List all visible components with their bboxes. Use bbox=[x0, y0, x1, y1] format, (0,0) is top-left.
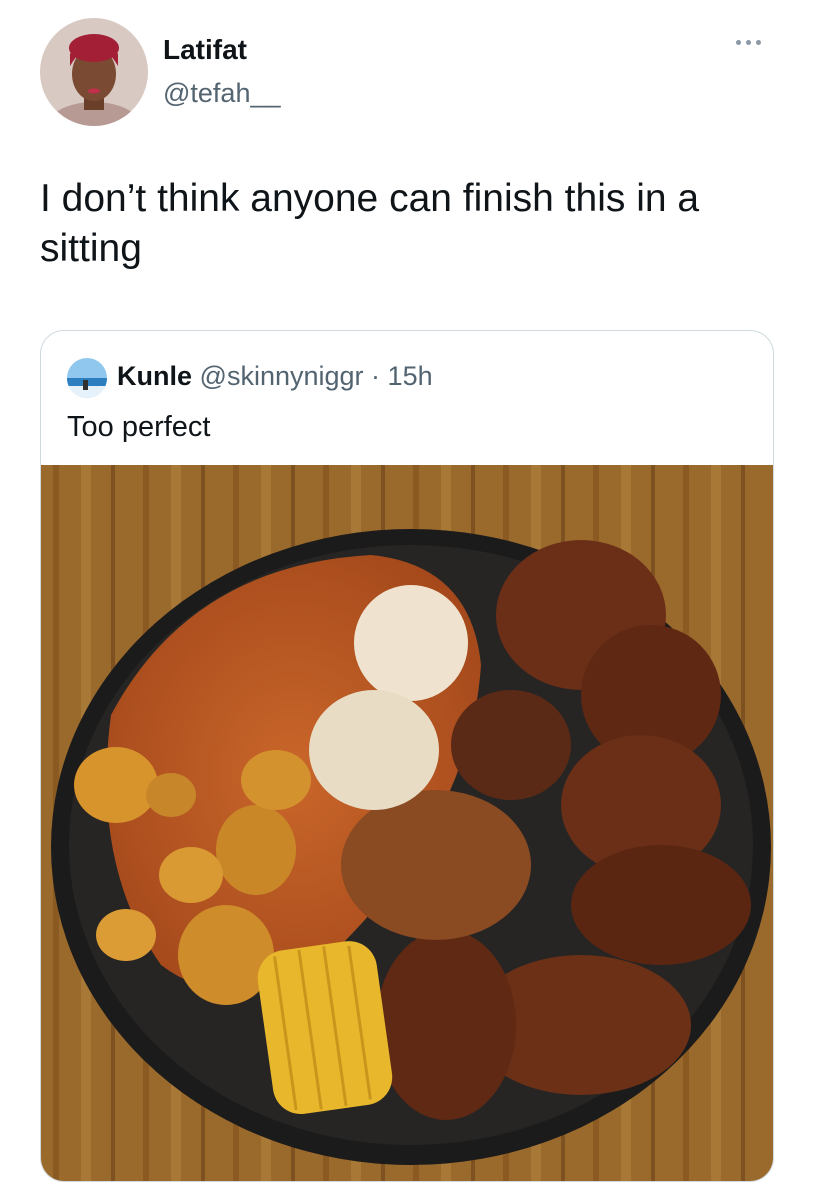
quote-text: Too perfect bbox=[67, 411, 211, 443]
quote-header: Kunle @skinnyniggr · 15h bbox=[117, 361, 433, 392]
separator: · bbox=[371, 361, 381, 391]
author-name[interactable]: Latifat bbox=[163, 34, 247, 66]
dot bbox=[756, 40, 761, 45]
more-options-icon[interactable] bbox=[736, 40, 761, 45]
quote-timestamp[interactable]: 15h bbox=[388, 361, 433, 391]
quote-author-handle[interactable]: @skinnyniggr bbox=[200, 361, 364, 391]
food-photo[interactable] bbox=[41, 465, 773, 1181]
author-avatar[interactable] bbox=[40, 18, 148, 126]
author-handle[interactable]: @tefah__ bbox=[163, 78, 281, 109]
tweet-text: I don’t think anyone can finish this in … bbox=[40, 177, 700, 270]
quote-tweet[interactable]: Kunle @skinnyniggr · 15h Too perfect bbox=[40, 330, 774, 1182]
dot bbox=[746, 40, 751, 45]
dot bbox=[736, 40, 741, 45]
quote-author-name[interactable]: Kunle bbox=[117, 361, 192, 391]
quote-avatar[interactable] bbox=[67, 358, 107, 398]
